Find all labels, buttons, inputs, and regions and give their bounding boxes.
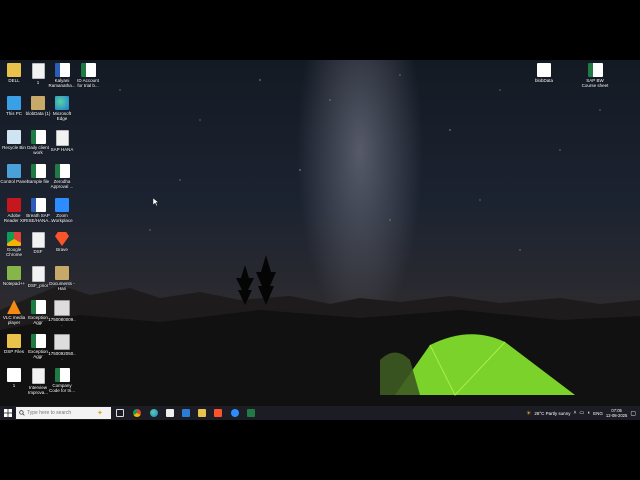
zoom-icon xyxy=(55,198,69,212)
desktop-icon-id-account[interactable]: ID Account for trial b... xyxy=(74,63,102,88)
search-highlight-icon: ✦ xyxy=(97,410,103,417)
weather-text[interactable]: 28°C Partly sunny xyxy=(534,411,570,416)
file-icon xyxy=(31,63,45,79)
control-panel-icon xyxy=(7,164,21,178)
desktop-icon-documents-hari[interactable]: Documents - Hari xyxy=(48,266,76,291)
computer-icon xyxy=(7,96,21,110)
desktop-icon-company-code[interactable]: Company Code for tri... xyxy=(48,368,76,393)
notepadpp-icon xyxy=(7,266,21,280)
desktop-icon-sap-hana[interactable]: SAP HANA xyxy=(48,130,76,152)
desktop-icon-kalyani[interactable]: Kalyani Ramanatha... xyxy=(48,63,76,88)
mouse-cursor-icon xyxy=(153,198,159,206)
taskbar-edge-icon[interactable] xyxy=(150,409,158,417)
desktop-icon-zoom[interactable]: Zoom Workplace xyxy=(48,198,76,223)
blank-file-icon xyxy=(537,63,551,77)
volume-icon[interactable]: ◖ xyxy=(587,410,590,416)
desktop-icon-brave[interactable]: Brave xyxy=(48,232,76,252)
folder-icon xyxy=(7,334,21,348)
file-icon xyxy=(31,368,45,384)
task-view-icon[interactable] xyxy=(116,409,124,417)
excel-doc-icon xyxy=(587,63,603,77)
desktop-icon-edge[interactable]: Microsoft Edge xyxy=(48,96,76,121)
network-icon[interactable]: ▭ xyxy=(579,410,584,416)
image-file-icon xyxy=(54,300,70,316)
taskbar-zoom-icon[interactable] xyxy=(231,409,239,417)
taskbar-brave-icon[interactable] xyxy=(214,409,222,417)
file-icon xyxy=(55,130,69,146)
taskbar-store-icon[interactable] xyxy=(166,409,174,417)
chrome-icon xyxy=(7,232,21,246)
excel-doc-icon xyxy=(80,63,96,77)
excel-doc-icon xyxy=(30,164,46,178)
edge-icon xyxy=(55,96,69,110)
taskbar-excel-icon[interactable] xyxy=(247,409,255,417)
notification-icon[interactable]: ▢ xyxy=(630,410,636,417)
vlc-icon xyxy=(7,300,21,314)
wallpaper xyxy=(0,74,640,420)
clock-date: 12-08-2025 xyxy=(605,413,628,418)
desktop-icon-sap-bw[interactable]: SAP BW Course sheet xyxy=(581,63,609,88)
desktop-icon-zerodha[interactable]: Zerodha Approval ... xyxy=(48,164,76,189)
archive-icon xyxy=(55,266,69,280)
excel-doc-icon xyxy=(30,300,46,314)
image-file-icon xyxy=(54,334,70,350)
desktop-icon-image-1[interactable]: 1750080009... xyxy=(48,300,76,327)
excel-doc-icon xyxy=(54,164,70,178)
desktop-icon-image-2[interactable]: 1750092050... xyxy=(48,334,76,361)
folder-icon xyxy=(7,63,21,77)
language-indicator[interactable]: ENG xyxy=(593,411,603,416)
system-tray: ☀ 28°C Partly sunny ˄ ▭ ◖ ENG 07:05 12-0… xyxy=(526,406,640,420)
search-input[interactable] xyxy=(25,410,97,416)
taskbar-chrome-icon[interactable] xyxy=(133,409,141,417)
taskbar-search-box[interactable]: ✦ xyxy=(16,407,111,419)
taskbar: ✦ ☀ 28°C Partly sunny ˄ ▭ ◖ ENG 07:05 12… xyxy=(0,406,640,420)
blank-file-icon xyxy=(7,368,21,382)
taskbar-mail-icon[interactable] xyxy=(182,409,190,417)
excel-doc-icon xyxy=(30,334,46,348)
file-icon xyxy=(31,232,45,248)
word-doc-icon xyxy=(30,198,46,212)
windows-start-icon[interactable] xyxy=(4,409,12,417)
brave-icon xyxy=(55,232,69,246)
recycle-bin-icon xyxy=(7,130,21,144)
desktop: DELL 1 Kalyani Ramanatha... ID Account f… xyxy=(0,60,640,420)
word-doc-icon xyxy=(54,63,70,77)
clock[interactable]: 07:05 12-08-2025 xyxy=(606,408,627,418)
weather-icon: ☀ xyxy=(525,410,532,417)
archive-icon xyxy=(31,96,45,110)
excel-doc-icon xyxy=(54,368,70,382)
pdf-reader-icon xyxy=(7,198,21,212)
taskbar-file-explorer-icon[interactable] xyxy=(198,409,206,417)
desktop-icon-blobdata[interactable]: blobData xyxy=(530,63,558,83)
excel-doc-icon xyxy=(30,130,46,144)
file-icon xyxy=(31,266,45,282)
chevron-up-icon[interactable]: ˄ xyxy=(573,410,576,416)
